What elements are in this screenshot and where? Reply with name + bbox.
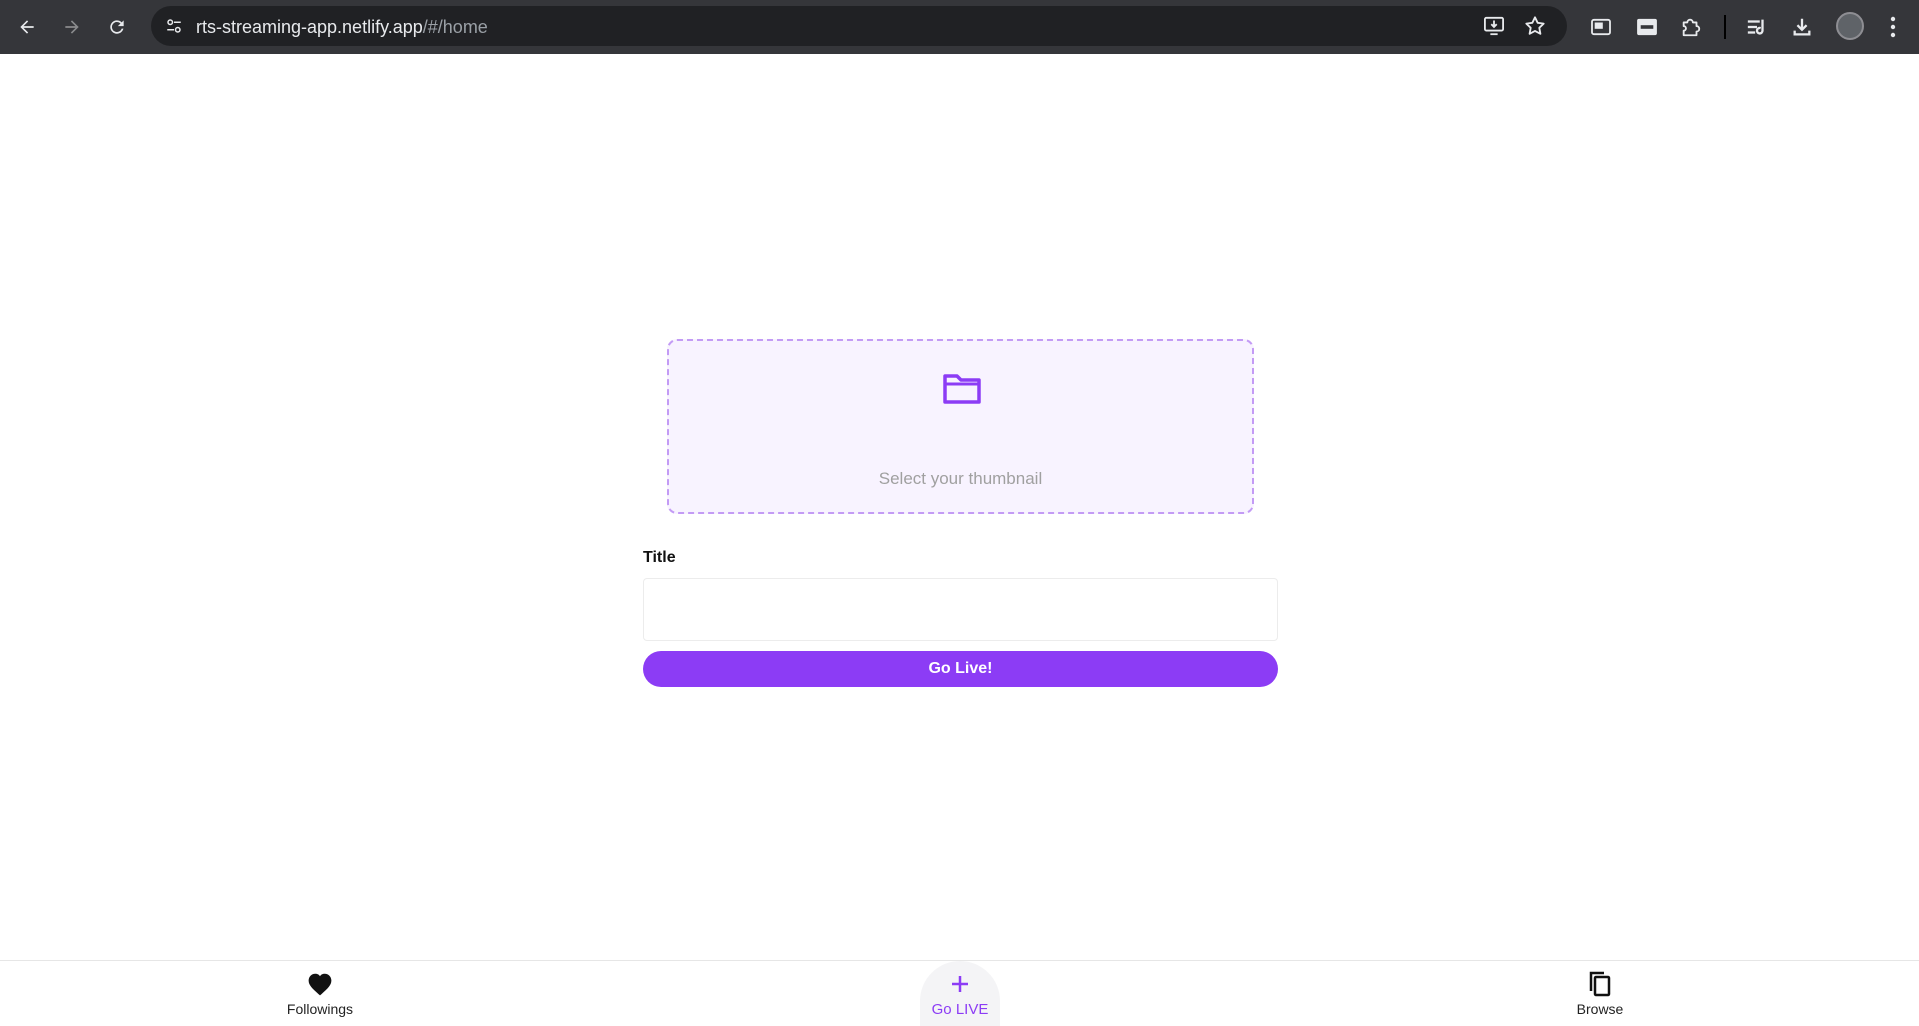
thumbnail-dropzone[interactable]: Select your thumbnail [667,339,1254,514]
reload-icon[interactable] [100,10,134,44]
thumbnail-hint: Select your thumbnail [878,469,1043,488]
nav-browse-label: Browse [1576,1001,1624,1017]
folder-icon [942,371,982,407]
more-menu-icon[interactable] [1877,11,1909,43]
forward-icon[interactable] [55,10,89,44]
toolbar-divider [1724,15,1726,39]
media-queue-icon[interactable] [1741,11,1773,43]
title-input[interactable] [643,578,1278,641]
plus-icon [946,970,974,998]
nav-go-live[interactable]: Go LIVE [920,961,1000,1026]
profile-avatar[interactable] [1836,12,1864,40]
url-domain: rts-streaming-app.netlify.app [196,17,423,37]
picture-in-picture-icon[interactable] [1585,11,1617,43]
copy-icon [1586,970,1614,998]
extension-badge-icon[interactable] [1631,11,1663,43]
heart-icon [306,970,334,998]
extensions-puzzle-icon[interactable] [1675,11,1707,43]
address-bar[interactable]: rts-streaming-app.netlify.app/#/home [151,6,1567,46]
back-icon[interactable] [10,10,44,44]
url-text: rts-streaming-app.netlify.app/#/home [196,17,488,38]
bookmark-star-icon[interactable] [1521,12,1549,40]
nav-go-live-label: Go LIVE [931,1001,989,1018]
install-app-icon[interactable] [1480,12,1508,40]
title-label: Title [643,549,676,566]
browser-toolbar: rts-streaming-app.netlify.app/#/home [0,0,1919,54]
url-path: /#/home [422,17,488,37]
go-live-button[interactable]: Go Live! [643,651,1278,687]
nav-browse[interactable]: Browse [1540,961,1660,1026]
site-info-icon[interactable] [159,11,189,41]
nav-followings[interactable]: Followings [260,961,380,1026]
downloads-icon[interactable] [1786,11,1818,43]
bottom-navigation: Followings Go LIVE Browse [0,960,1919,1026]
nav-followings-label: Followings [286,1001,354,1017]
